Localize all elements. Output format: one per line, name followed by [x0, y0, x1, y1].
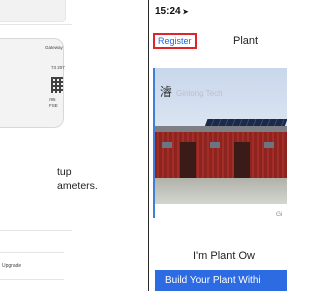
- owner-heading: I'm Plant Ow: [193, 250, 256, 262]
- barn-wall: [154, 132, 287, 178]
- divider: [0, 230, 72, 231]
- barn-window: [210, 142, 220, 148]
- logo-text: Ginlong Tech: [176, 89, 223, 98]
- page-edge-indicator: [153, 68, 155, 218]
- left-top-bar: [0, 0, 66, 22]
- phone-screen: 15:24 ➤ Register Plant 濬 Ginlong Tech Gi I…: [148, 0, 287, 291]
- gateway-card[interactable]: Gateway 73 207 r95 FSE: [0, 38, 65, 128]
- logo-mark: 濬: [160, 85, 173, 99]
- barn-window: [162, 142, 172, 148]
- barn-door: [180, 142, 196, 178]
- setup-text-line2: ameters.: [57, 180, 98, 192]
- partial-caption: Gi: [276, 211, 283, 218]
- build-plant-button[interactable]: Build Your Plant Withi: [155, 270, 287, 291]
- hero-banner-image: 濬 Ginlong Tech: [154, 68, 287, 204]
- company-logo: 濬 Ginlong Tech: [160, 83, 223, 100]
- status-bar: 15:24 ➤: [155, 6, 188, 17]
- register-button[interactable]: Register: [153, 33, 197, 49]
- upgrade-row[interactable]: Upgrade: [0, 252, 64, 280]
- location-arrow-icon: ➤: [182, 9, 189, 16]
- divider: [0, 24, 72, 25]
- upgrade-label: Upgrade: [2, 263, 22, 269]
- barn-window: [264, 142, 274, 148]
- status-time: 15:24: [155, 6, 181, 17]
- setup-text-line1: tup: [57, 166, 72, 178]
- barn-door: [234, 142, 250, 178]
- qr-code-icon: [51, 77, 63, 93]
- page-title: Plant: [233, 35, 259, 47]
- gateway-id-text: 73 207: [51, 65, 65, 70]
- ground: [154, 178, 287, 204]
- gateway-label: Gateway: [45, 45, 63, 50]
- code-text-line2: FSE: [49, 103, 58, 108]
- code-text-line1: r95: [49, 97, 56, 102]
- left-panel: Gateway 73 207 r95 FSE tup ameters. Upgr…: [0, 0, 120, 291]
